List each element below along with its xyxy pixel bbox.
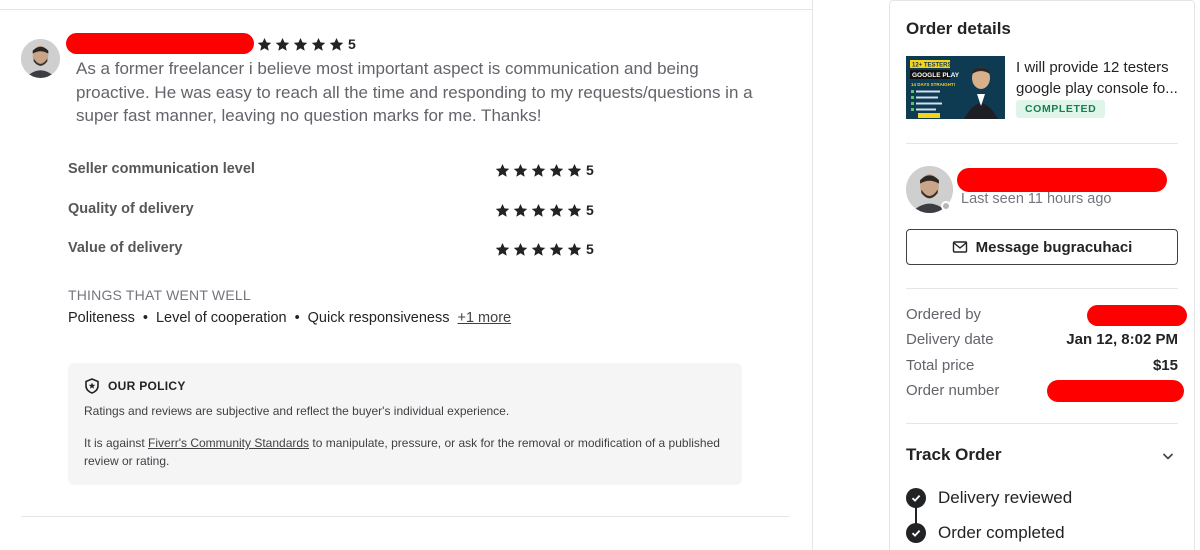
rating-row: Quality of delivery 5 [68, 200, 608, 220]
gig-title[interactable]: I will provide 12 testers google play co… [1016, 57, 1186, 99]
rating-label: Seller communication level [68, 161, 255, 177]
policy-text: Ratings and reviews are subjective and r… [84, 404, 510, 418]
status-dot [941, 201, 951, 211]
shield-icon [85, 378, 99, 394]
star-icon [567, 242, 582, 256]
detail-label: Ordered by [906, 306, 982, 323]
star-icon [531, 242, 546, 256]
went-well-list: Politeness • Level of cooperation • Quic… [68, 310, 511, 326]
community-standards-link[interactable]: Fiverr's Community Standards [148, 436, 309, 450]
rating-score: 5 [586, 202, 594, 218]
rating-label: Quality of delivery [68, 201, 194, 217]
star-icon [531, 203, 546, 217]
bullet-separator: • [294, 310, 300, 326]
star-icon [567, 203, 582, 217]
column-divider [812, 0, 813, 550]
star-icon [311, 37, 326, 51]
rating-stars: 5 [495, 241, 594, 257]
star-icon [549, 203, 564, 217]
message-button-label: Message bugracuhaci [975, 238, 1133, 256]
went-well-title: THINGS THAT WENT WELL [68, 287, 251, 303]
policy-header: OUR POLICY [84, 378, 186, 394]
policy-text: It is against Fiverr's Community Standar… [84, 434, 724, 470]
redacted-ordered-by [1087, 305, 1187, 326]
star-icon [513, 163, 528, 177]
detail-label: Total price [906, 357, 975, 374]
thumb-text: GOOGLE PLAY [912, 72, 960, 79]
star-icon [513, 203, 528, 217]
review-stars: 5 [257, 36, 356, 52]
bullet-separator: • [142, 310, 148, 326]
rating-stars: 5 [495, 202, 594, 218]
divider [906, 288, 1178, 289]
timeline-step: Delivery reviewed [906, 488, 1072, 508]
review-text: As a former freelancer i believe most im… [76, 59, 753, 125]
track-order-title[interactable]: Track Order [906, 445, 1001, 465]
policy-box: OUR POLICY Ratings and reviews are subje… [68, 363, 742, 485]
went-well-item: Quick responsiveness [307, 310, 450, 326]
thumb-text: 14 DAYS STRAIGHT! [911, 82, 956, 87]
star-icon [549, 242, 564, 256]
star-icon [275, 37, 290, 51]
review-rating-value: 5 [348, 36, 356, 52]
chevron-down-icon[interactable] [1160, 448, 1176, 464]
rating-label: Value of delivery [68, 240, 183, 256]
star-icon [495, 242, 510, 256]
rating-row: Value of delivery 5 [68, 239, 608, 259]
star-icon [495, 163, 510, 177]
went-well-item: Level of cooperation [155, 310, 287, 326]
divider [906, 423, 1178, 424]
order-details-title: Order details [906, 19, 1011, 38]
check-circle-icon [906, 488, 926, 508]
rating-score: 5 [586, 241, 594, 257]
total-price-value: $15 [1152, 357, 1178, 374]
timeline-step: Order completed [906, 523, 1065, 543]
last-seen-text: Last seen 11 hours ago [961, 191, 1112, 207]
star-icon [567, 163, 582, 177]
step-label: Delivery reviewed [938, 488, 1073, 507]
redacted-reviewer-name [66, 33, 254, 54]
step-label: Order completed [938, 523, 1065, 542]
redacted-seller-name [957, 168, 1167, 192]
rating-score: 5 [586, 162, 594, 178]
star-icon [531, 163, 546, 177]
star-icon [495, 203, 510, 217]
star-icon [329, 37, 344, 51]
detail-label: Delivery date [906, 331, 994, 348]
star-icon [513, 242, 528, 256]
delivery-date-value: Jan 12, 8:02 PM [1066, 331, 1178, 348]
went-well-item: Politeness [68, 310, 135, 326]
check-circle-icon [906, 523, 926, 543]
policy-title: OUR POLICY [108, 379, 186, 393]
more-link[interactable]: +1 more [458, 310, 512, 326]
star-icon [293, 37, 308, 51]
divider [906, 143, 1178, 144]
policy-text-part: It is against [84, 436, 149, 450]
star-icon [549, 163, 564, 177]
message-seller-button[interactable]: Message bugracuhaci [906, 229, 1178, 265]
star-icon [257, 37, 272, 51]
thumb-text: 12+ TESTERS [912, 63, 952, 69]
bottom-divider [21, 516, 789, 517]
detail-label: Order number [906, 382, 1000, 399]
reviewer-avatar [21, 39, 60, 78]
status-badge: COMPLETED [1016, 100, 1106, 118]
rating-row: Seller communication level 5 [68, 160, 608, 180]
rating-stars: 5 [495, 162, 594, 178]
top-divider [0, 0, 812, 10]
gig-thumbnail[interactable]: 12+ TESTERS GOOGLE PLAY 14 DAYS STRAIGHT… [906, 56, 1005, 119]
redacted-order-number [1047, 380, 1184, 402]
envelope-icon [952, 241, 967, 253]
